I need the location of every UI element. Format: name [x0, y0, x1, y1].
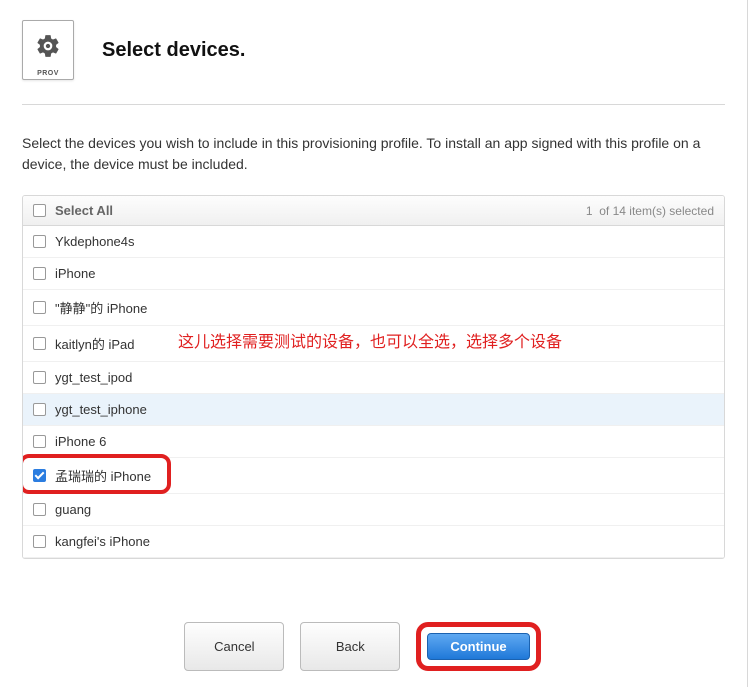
- device-checkbox[interactable]: [33, 371, 46, 384]
- description-text: Select the devices you wish to include i…: [22, 133, 725, 175]
- device-name-label: iPhone 6: [55, 434, 106, 449]
- select-all-checkbox[interactable]: [33, 204, 46, 217]
- continue-highlight-box: Continue: [416, 622, 540, 671]
- device-row[interactable]: guang: [23, 494, 724, 526]
- list-header: Select All 1 of 14 item(s) selected: [23, 196, 724, 226]
- continue-button[interactable]: Continue: [427, 633, 529, 660]
- provisioning-profile-icon: PROV: [22, 20, 74, 80]
- device-checkbox[interactable]: [33, 337, 46, 350]
- device-name-label: kangfei's iPhone: [55, 534, 150, 549]
- device-row[interactable]: iPhone: [23, 258, 724, 290]
- device-checkbox[interactable]: [33, 535, 46, 548]
- cancel-button[interactable]: Cancel: [184, 622, 284, 671]
- device-name-label: guang: [55, 502, 91, 517]
- device-name-label: kaitlyn的 iPad: [55, 334, 134, 353]
- device-row[interactable]: "静静"的 iPhone: [23, 290, 724, 326]
- device-checkbox[interactable]: [33, 503, 46, 516]
- device-row[interactable]: Ykdephone4s: [23, 226, 724, 258]
- device-checkbox[interactable]: [33, 235, 46, 248]
- device-name-label: Ykdephone4s: [55, 234, 135, 249]
- header: PROV Select devices.: [22, 20, 725, 105]
- annotation-text: 这儿选择需要测试的设备，也可以全选，选择多个设备: [178, 328, 562, 352]
- device-name-label: iPhone: [55, 266, 95, 281]
- device-row[interactable]: kangfei's iPhone: [23, 526, 724, 558]
- device-name-label: ygt_test_ipod: [55, 370, 132, 385]
- device-checkbox[interactable]: [33, 403, 46, 416]
- device-row[interactable]: 孟瑞瑞的 iPhone: [23, 458, 724, 494]
- device-checkbox[interactable]: [33, 435, 46, 448]
- device-list: Select All 1 of 14 item(s) selected Ykde…: [22, 195, 725, 559]
- device-name-label: "静静"的 iPhone: [55, 298, 147, 317]
- device-name-label: 孟瑞瑞的 iPhone: [55, 466, 151, 485]
- device-checkbox[interactable]: [33, 267, 46, 280]
- device-row[interactable]: ygt_test_ipod: [23, 362, 724, 394]
- device-row[interactable]: iPhone 6: [23, 426, 724, 458]
- device-row[interactable]: ygt_test_iphone: [23, 394, 724, 426]
- selection-count: 1 of 14 item(s) selected: [586, 204, 714, 218]
- device-name-label: ygt_test_iphone: [55, 402, 147, 417]
- back-button[interactable]: Back: [300, 622, 400, 671]
- device-checkbox[interactable]: [33, 301, 46, 314]
- icon-label: PROV: [23, 70, 73, 77]
- button-bar: Cancel Back Continue: [0, 622, 725, 671]
- device-checkbox[interactable]: [33, 469, 46, 482]
- list-body[interactable]: Ykdephone4s iPhone "静静"的 iPhone kaitlyn的 iP…: [23, 226, 724, 558]
- select-all-label[interactable]: Select All: [55, 203, 113, 218]
- gear-icon: [35, 33, 61, 59]
- page-title: Select devices.: [102, 39, 245, 62]
